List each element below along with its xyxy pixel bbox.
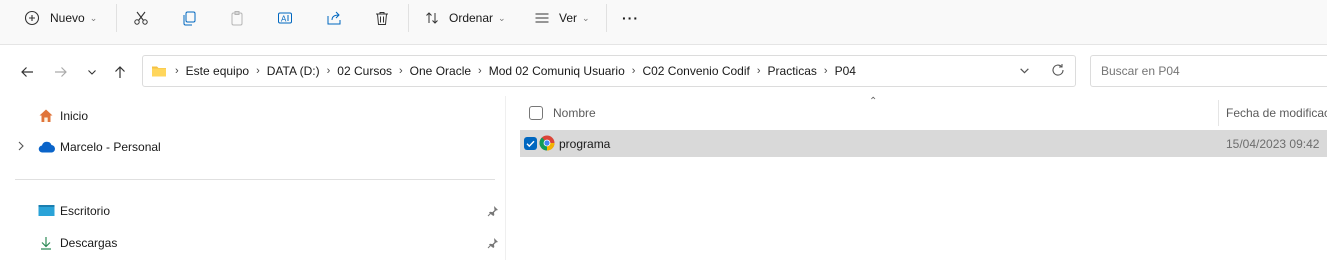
pin-icon — [487, 206, 498, 217]
checkmark-icon — [526, 140, 535, 148]
column-header-row: Nombre Fecha de modificac — [520, 100, 1327, 126]
chevron-right-icon: › — [478, 65, 482, 77]
view-label: Ver — [559, 11, 578, 25]
breadcrumb-item[interactable]: One Oracle — [405, 64, 476, 78]
arrow-left-icon — [21, 67, 33, 77]
column-separator[interactable] — [1218, 100, 1219, 126]
pin-icon — [487, 238, 498, 249]
arrow-up-icon — [115, 66, 125, 78]
up-button[interactable] — [109, 62, 131, 82]
rename-icon: A — [278, 12, 292, 24]
chevron-down-icon: ⌄ — [582, 12, 590, 23]
pin-button[interactable] — [487, 237, 499, 252]
cloud-icon — [38, 141, 55, 153]
desktop-icon — [38, 205, 55, 216]
rename-button[interactable]: A — [277, 6, 293, 30]
chevron-right-icon: › — [756, 65, 761, 77]
breadcrumb-item[interactable]: Mod 02 Comuniq Usuario — [484, 64, 630, 78]
chevron-right-icon: › — [823, 65, 828, 77]
copy-button[interactable] — [181, 6, 197, 30]
address-history-button[interactable] — [1019, 65, 1030, 79]
copy-icon — [183, 11, 196, 26]
arrow-right-icon — [55, 67, 67, 77]
sort-icon — [426, 12, 438, 24]
plus-circle-icon — [24, 10, 40, 26]
chevron-right-icon: › — [631, 65, 636, 77]
breadcrumb-item[interactable]: 02 Cursos — [332, 64, 397, 78]
new-button[interactable]: Nuevo ⌄ — [24, 6, 97, 30]
column-header-date[interactable]: Fecha de modificac — [1226, 106, 1327, 120]
chevron-right-icon: › — [399, 65, 403, 77]
select-all-checkbox[interactable] — [529, 106, 543, 120]
delete-icon — [376, 12, 388, 25]
pane-divider — [505, 96, 506, 260]
expand-button[interactable] — [16, 140, 26, 155]
chevron-down-icon — [88, 70, 96, 75]
sidebar-item-label: Inicio — [60, 109, 89, 123]
breadcrumb-item[interactable]: Practicas — [763, 64, 822, 78]
file-modified-date: 15/04/2023 09:42 — [1226, 137, 1320, 151]
forward-button[interactable] — [50, 62, 72, 82]
more-icon: ··· — [622, 10, 639, 26]
sidebar-item-label: Marcelo - Personal — [60, 140, 161, 154]
file-name[interactable]: programa — [559, 137, 610, 151]
breadcrumb-item[interactable]: P04 — [830, 64, 861, 78]
pin-button[interactable] — [487, 205, 499, 220]
sidebar-item-label: Escritorio — [60, 204, 111, 218]
paste-icon — [231, 11, 243, 26]
cut-icon — [134, 11, 148, 25]
row-checkbox[interactable] — [524, 137, 537, 150]
view-icon — [535, 13, 549, 23]
chevron-down-icon: ⌄ — [89, 12, 98, 23]
column-header-name[interactable]: Nombre — [553, 106, 596, 120]
download-icon — [41, 237, 51, 250]
sidebar-item-inicio[interactable]: Inicio — [38, 105, 518, 127]
sort-label: Ordenar — [449, 11, 494, 25]
chevron-down-icon: ⌄ — [498, 12, 506, 23]
toolbar-separator — [408, 4, 409, 32]
recent-locations-button[interactable] — [81, 62, 103, 82]
svg-text:A: A — [281, 15, 287, 24]
paste-button[interactable] — [229, 6, 245, 30]
chevron-right-icon — [18, 141, 24, 151]
address-bar[interactable]: › Este equipo › DATA (D:) › 02 Cursos › … — [142, 55, 1076, 87]
back-button[interactable] — [16, 62, 38, 82]
delete-button[interactable] — [374, 6, 390, 30]
sidebar-item-label: Descargas — [60, 236, 118, 250]
breadcrumb-item[interactable]: DATA (D:) — [262, 64, 325, 78]
folder-icon — [152, 66, 166, 77]
toolbar-separator — [606, 4, 607, 32]
home-icon — [39, 109, 53, 122]
sidebar-item-descargas[interactable]: Descargas — [38, 232, 518, 254]
chevron-down-icon — [1020, 68, 1029, 74]
command-bar: Nuevo ⌄ A Ordenar ⌄ Ver ⌄ ··· — [0, 0, 1327, 45]
view-button[interactable]: Ver ⌄ — [534, 6, 590, 30]
breadcrumb-item[interactable]: C02 Convenio Codif — [637, 64, 754, 78]
chevron-right-icon: › — [326, 65, 331, 77]
chrome-icon — [539, 135, 555, 151]
sidebar-item-marcelo-personal[interactable]: Marcelo - Personal — [38, 136, 518, 158]
new-label: Nuevo — [50, 11, 85, 25]
sidebar-item-escritorio[interactable]: Escritorio — [38, 200, 518, 222]
cut-button[interactable] — [133, 6, 149, 30]
share-button[interactable] — [326, 6, 342, 30]
more-options-button[interactable]: ··· — [622, 6, 639, 30]
chevron-right-icon: › — [256, 65, 260, 77]
sidebar-divider — [15, 179, 495, 180]
breadcrumb: › Este equipo › DATA (D:) › 02 Cursos › … — [151, 56, 861, 86]
breadcrumb-item[interactable]: Este equipo — [181, 64, 254, 78]
chevron-right-icon: › — [175, 65, 179, 77]
refresh-icon — [1052, 64, 1064, 76]
search-input[interactable] — [1099, 63, 1327, 79]
sort-button[interactable]: Ordenar ⌄ — [424, 6, 506, 30]
refresh-button[interactable] — [1051, 63, 1065, 80]
search-box[interactable] — [1090, 55, 1327, 87]
toolbar-separator — [116, 4, 117, 32]
share-icon — [327, 11, 341, 25]
file-row[interactable]: programa 15/04/2023 09:42 — [520, 130, 1327, 157]
